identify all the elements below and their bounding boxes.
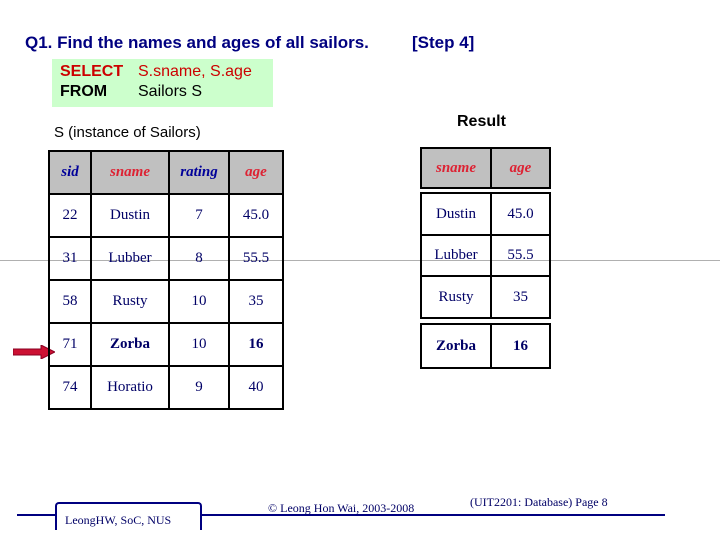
table-row: 58 Rusty 10 35 — [48, 279, 284, 324]
result-cell-sname: Lubber — [420, 234, 492, 277]
sql-query-box: SELECT S.sname, S.age FROM Sailors S — [52, 59, 273, 107]
table-row: 31 Lubber 8 55.5 — [48, 236, 284, 281]
result-header-sname: sname — [420, 147, 492, 189]
cell-rating: 8 — [168, 236, 230, 281]
result-row-new: Zorba 16 — [420, 323, 551, 369]
footer-page-number: (UIT2201: Database) Page 8 — [470, 495, 608, 509]
result-cell-sname: Dustin — [420, 192, 492, 236]
cell-sname: Horatio — [90, 365, 170, 410]
result-table-label: Result — [457, 113, 506, 130]
select-expression: S.sname, S.age — [138, 63, 252, 80]
header-sid: sid — [48, 150, 92, 195]
result-rows-table: Dustin 45.0 Lubber 55.5 Rusty 35 — [420, 192, 551, 319]
footer-author-box: LeongHW, SoC, NUS — [55, 502, 202, 530]
select-clause: SELECT S.sname, S.age — [60, 63, 252, 81]
cell-age: 40 — [228, 365, 284, 410]
cell-sname: Dustin — [90, 193, 170, 238]
cell-sid: 22 — [48, 193, 92, 238]
header-sname: sname — [90, 150, 170, 195]
slide-title: Q1. Find the names and ages of all sailo… — [25, 33, 369, 52]
cell-sname: Zorba — [90, 322, 170, 367]
result-header-age: age — [490, 147, 551, 189]
select-keyword: SELECT — [60, 63, 124, 80]
cell-sid: 74 — [48, 365, 92, 410]
from-clause: FROM Sailors S — [60, 83, 202, 101]
result-cell-age: 45.0 — [490, 192, 551, 236]
result-cell-age: 55.5 — [490, 234, 551, 277]
cell-sid: 71 — [48, 322, 92, 367]
result-row: Lubber 55.5 — [420, 234, 551, 277]
result-header-table: sname age — [420, 147, 551, 189]
sailors-instance-table: sid sname rating age 22 Dustin 7 45.0 31… — [48, 150, 284, 410]
result-cell-age: 16 — [490, 323, 551, 369]
cell-rating: 10 — [168, 279, 230, 324]
result-row: Dustin 45.0 — [420, 192, 551, 236]
table-row-highlighted: 71 Zorba 10 16 — [48, 322, 284, 367]
cell-rating: 10 — [168, 322, 230, 367]
cell-age: 16 — [228, 322, 284, 367]
from-keyword: FROM — [60, 83, 108, 100]
cell-rating: 9 — [168, 365, 230, 410]
result-header-row: sname age — [420, 147, 551, 189]
from-expression: Sailors S — [138, 83, 203, 100]
cell-sname: Rusty — [90, 279, 170, 324]
header-rating: rating — [168, 150, 230, 195]
cell-rating: 7 — [168, 193, 230, 238]
result-cell-sname: Rusty — [420, 275, 492, 319]
cell-age: 45.0 — [228, 193, 284, 238]
cell-sname: Lubber — [90, 236, 170, 281]
cell-age: 55.5 — [228, 236, 284, 281]
table-row: 22 Dustin 7 45.0 — [48, 193, 284, 238]
table-row: 74 Horatio 9 40 — [48, 365, 284, 410]
table-header-row: sid sname rating age — [48, 150, 284, 195]
footer-copyright: © Leong Hon Wai, 2003-2008 — [268, 501, 415, 515]
result-cell-age: 35 — [490, 275, 551, 319]
step-label: [Step 4] — [412, 33, 475, 52]
result-row: Rusty 35 — [420, 275, 551, 319]
cell-sid: 58 — [48, 279, 92, 324]
header-age: age — [228, 150, 284, 195]
footer-author: LeongHW, SoC, NUS — [65, 513, 172, 527]
result-new-row-table: Zorba 16 — [420, 323, 551, 369]
cell-age: 35 — [228, 279, 284, 324]
instance-table-label: S (instance of Sailors) — [54, 124, 201, 141]
cell-sid: 31 — [48, 236, 92, 281]
result-cell-sname: Zorba — [420, 323, 492, 369]
